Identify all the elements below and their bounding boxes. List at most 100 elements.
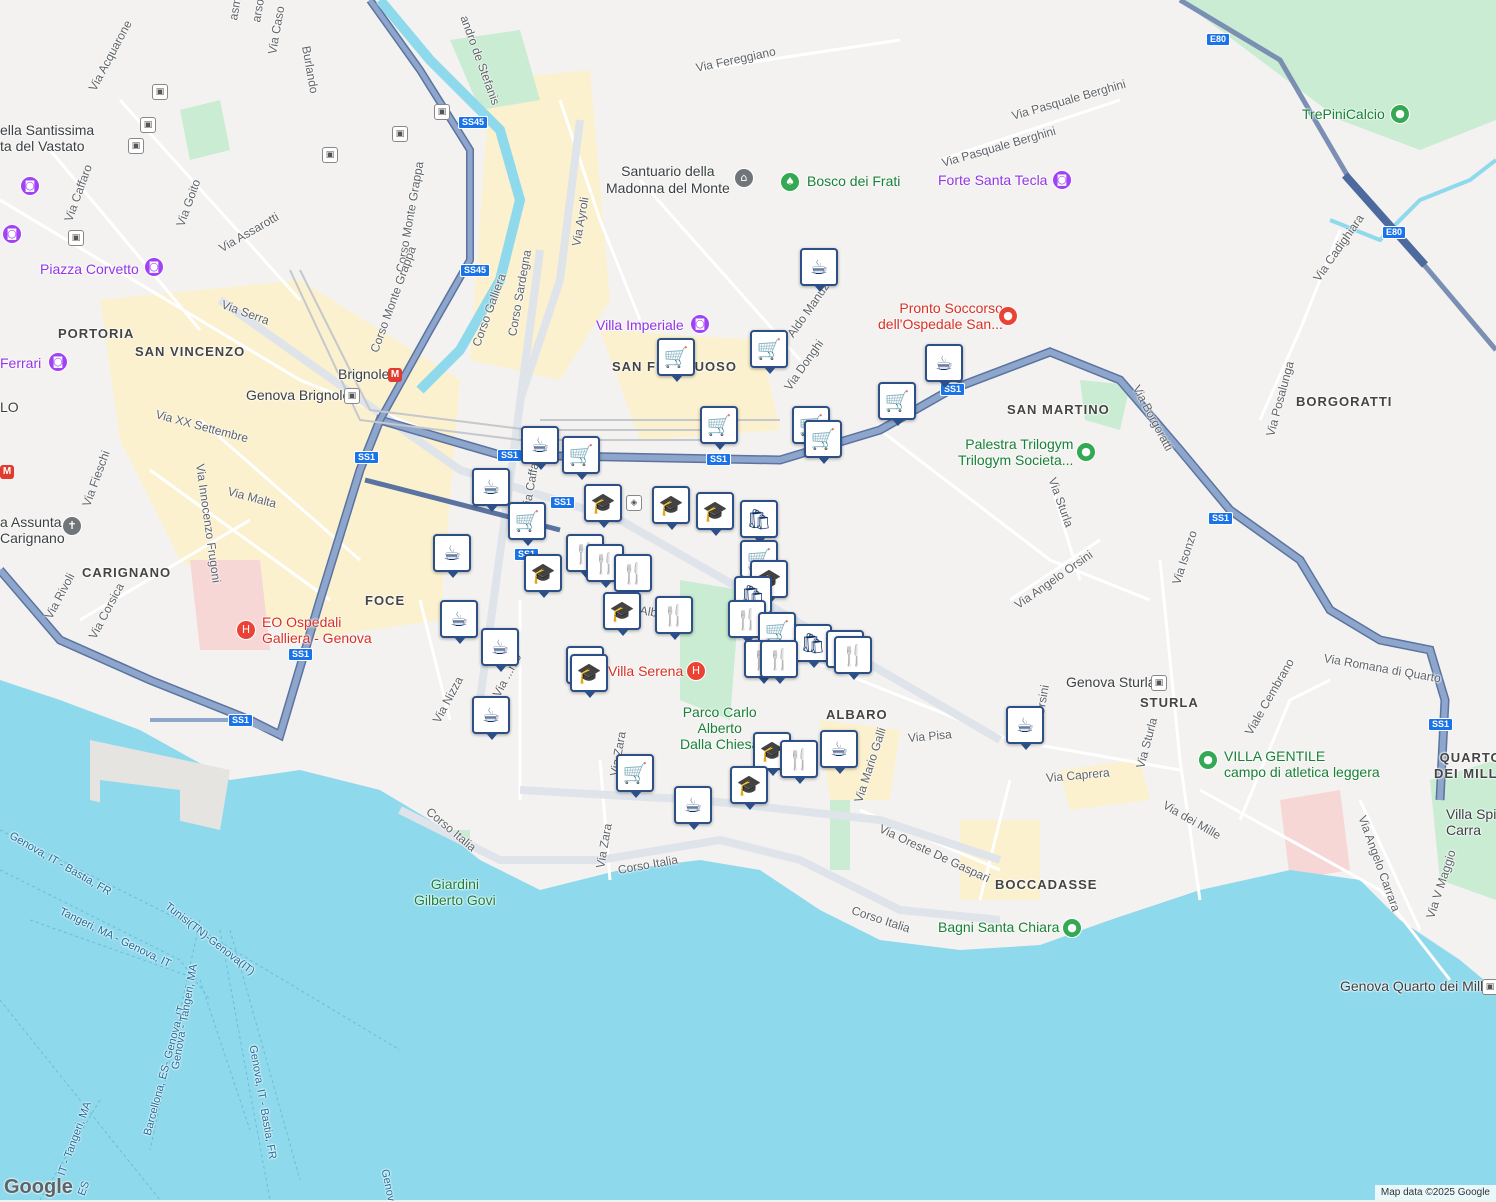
poi-piazza-corvetto[interactable]: Piazza Corvetto [40,262,139,276]
beach-icon[interactable]: ● [1062,918,1082,938]
camera-icon-2[interactable]: ◙ [2,224,22,244]
restaurant-marker-icon[interactable]: 🍴 [760,640,798,684]
grocery-marker-icon[interactable]: 🛒 [804,420,842,464]
poi-villa-gentile[interactable]: VILLA GENTILE campo di atletica leggera [1224,748,1380,780]
district-foce: FOCE [365,593,406,608]
poi-bosco-dei-frati[interactable]: Bosco dei Frati [807,174,900,188]
cafe-marker-icon[interactable]: ☕ [820,730,858,774]
district-carignano: CARIGNANO [82,565,172,580]
cafe-marker-icon[interactable]: ☕ [800,248,838,292]
church-icon[interactable]: ✝ [62,516,82,536]
cafe-marker-icon[interactable]: ☕ [521,426,559,470]
grocery-marker-icon[interactable]: 🛒 [657,338,695,382]
metro-icon-left[interactable]: M [0,465,14,479]
poi-genova-brignole[interactable]: Genova Brignole [246,388,350,402]
poi-forte-santa-tecla[interactable]: Forte Santa Tecla [938,173,1047,187]
school-marker-icon[interactable]: 🎓 [603,592,641,636]
poi-lo: LO [0,399,19,415]
district-portoria: PORTORIA [58,326,135,341]
hospital-area [190,560,270,650]
restaurant-marker-icon[interactable]: 🍴 [834,636,872,680]
museum-icon[interactable]: ⌂ [734,168,754,188]
metro-icon[interactable]: M [388,368,402,382]
shop-marker-icon[interactable]: 🛍 [740,500,778,544]
poi-giardini-govi[interactable]: Giardini Gilberto Govi [414,876,496,908]
camera-icon-5[interactable]: ◙ [690,314,710,334]
restaurant-marker-icon[interactable]: 🍴 [655,596,693,640]
bus-icon-5[interactable]: ▣ [392,126,408,142]
district-sturla: STURLA [1140,695,1199,710]
cafe-marker-icon[interactable]: ☕ [433,534,471,578]
camera-icon-6[interactable]: ◙ [1052,170,1072,190]
sports-icon-2[interactable]: ● [1198,750,1218,770]
poi-assunta: a Assunta Carignano [0,514,65,546]
sports-icon[interactable]: ● [1390,104,1410,124]
cafe-marker-icon[interactable]: ☕ [1006,706,1044,750]
school-marker-icon[interactable]: 🎓 [696,492,734,536]
poi-ospedale-galliera[interactable]: EO Ospedali Galliera - Genova [262,614,372,646]
grocery-marker-icon[interactable]: 🛒 [616,754,654,798]
bus-icon-6[interactable]: ▣ [322,147,338,163]
poi-santuario[interactable]: Santuario della Madonna del Monte [606,163,730,197]
hospital-marker-icon[interactable]: ● [998,306,1018,326]
shield-ss1-i: SS1 [228,714,254,727]
bus-icon-4[interactable]: ▣ [434,104,450,120]
grocery-marker-icon[interactable]: 🛒 [878,382,916,426]
district-san-vincenzo: SAN VINCENZO [135,344,246,359]
grocery-marker-icon[interactable]: 🛒 [750,330,788,374]
train-icon-2[interactable]: ▣ [1151,675,1167,691]
map-attribution[interactable]: Map data ©2025 Google [1374,1185,1496,1200]
hospital-icon[interactable]: H [236,620,256,640]
bus-icon-1[interactable]: ▣ [152,84,168,100]
district-san-martino: SAN MARTINO [1007,402,1110,417]
bus-icon-2[interactable]: ▣ [140,117,156,133]
shield-ss1-g: SS1 [1208,512,1234,525]
train-icon-3[interactable]: ▣ [1482,979,1496,995]
hospital-icon-2[interactable]: H [686,661,706,681]
district-albaro: ALBARO [826,707,888,722]
cafe-marker-icon[interactable]: ☕ [440,600,478,644]
district-boccadasse: BOCCADASSE [995,877,1098,892]
school-marker-icon[interactable]: 🎓 [584,484,622,528]
grocery-marker-icon[interactable]: 🛒 [508,502,546,546]
tree-icon[interactable]: ♠ [780,172,800,192]
school-dot-icon[interactable]: ◈ [626,495,642,511]
school-marker-icon[interactable]: 🎓 [730,766,768,810]
shield-ss45-b: SS45 [460,264,491,277]
shield-ss1-j: SS1 [1428,718,1454,731]
gym-icon[interactable]: ● [1076,442,1096,462]
poi-pronto-soccorso[interactable]: Pronto Soccorso dell'Ospedale San... [878,300,1003,332]
train-icon[interactable]: ▣ [344,388,360,404]
shield-ss45-a: SS45 [458,116,489,129]
poi-santissima: ella Santissima ta del Vastato [0,122,95,154]
poi-palestra-trilogym[interactable]: Palestra Trilogym Trilogym Societa... [958,436,1073,468]
cafe-marker-icon[interactable]: ☕ [472,696,510,740]
poi-villa-imperiale[interactable]: Villa Imperiale [596,318,684,332]
poi-ferrari[interactable]: Ferrari [0,356,41,370]
cafe-marker-icon[interactable]: ☕ [472,468,510,512]
bus-icon-3[interactable]: ▣ [128,138,144,154]
camera-icon[interactable]: ◙ [20,176,40,196]
school-marker-icon[interactable]: 🎓 [524,554,562,598]
grocery-marker-icon[interactable]: 🛒 [700,406,738,450]
poi-villa-serena[interactable]: Villa Serena [608,664,683,678]
school-marker-icon[interactable]: 🎓 [570,654,608,698]
poi-trepinicalcio[interactable]: TrePiniCalcio [1302,107,1385,121]
restaurant-marker-icon[interactable]: 🍴 [614,554,652,598]
camera-icon-4[interactable]: ◙ [48,352,68,372]
bus-icon-7[interactable]: ▣ [68,230,84,246]
poi-bagni-santa-chiara[interactable]: Bagni Santa Chiara [938,920,1059,934]
grocery-marker-icon[interactable]: 🛒 [562,436,600,480]
street-via-pisa: Via Pisa [907,727,953,745]
shield-ss1-h: SS1 [288,648,314,661]
cafe-marker-icon[interactable]: ☕ [481,628,519,672]
poi-brignole[interactable]: Brignole [338,367,389,381]
poi-genova-quarto-station[interactable]: Genova Quarto dei Mille [1340,979,1491,993]
restaurant-marker-icon[interactable]: 🍴 [780,740,818,784]
school-marker-icon[interactable]: 🎓 [652,486,690,530]
cafe-marker-icon[interactable]: ☕ [925,344,963,388]
poi-genova-sturla[interactable]: Genova Sturla [1066,675,1156,689]
cafe-marker-icon[interactable]: ☕ [674,786,712,830]
camera-icon-3[interactable]: ◙ [144,257,164,277]
poi-parco-dalla-chiesa[interactable]: Parco Carlo Alberto Dalla Chiesa [680,704,759,752]
